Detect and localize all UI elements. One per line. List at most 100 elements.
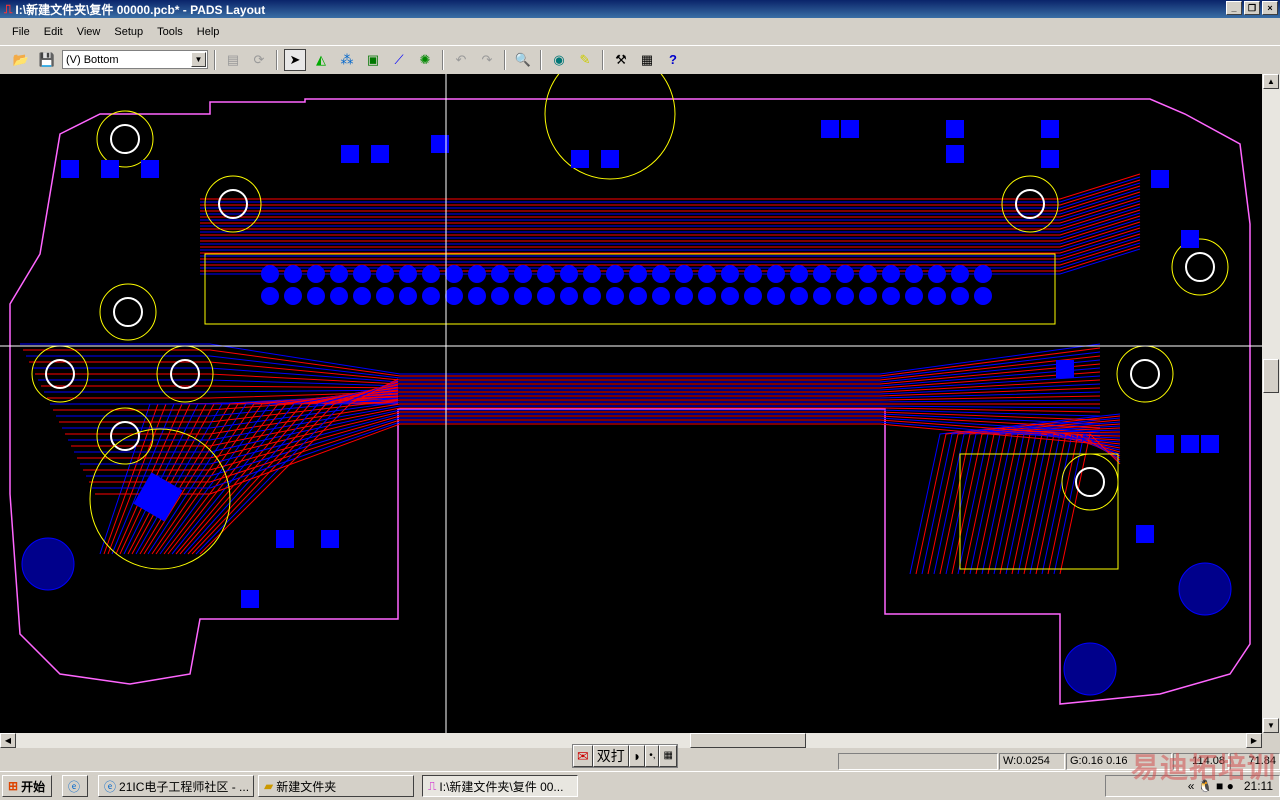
save-icon[interactable]: 💾 xyxy=(36,49,58,71)
properties-icon[interactable]: ▤ xyxy=(222,49,244,71)
smd-pad xyxy=(946,120,964,138)
connector-pad xyxy=(537,287,555,305)
horizontal-scroll-thumb[interactable] xyxy=(690,733,806,748)
connector-pad xyxy=(744,287,762,305)
help-icon[interactable]: ? xyxy=(662,49,684,71)
quicklaunch-ie[interactable]: ⓔ xyxy=(62,775,88,797)
connector-pad xyxy=(767,287,785,305)
smd-pad xyxy=(1156,435,1174,453)
menu-help[interactable]: Help xyxy=(197,26,220,38)
pcb-canvas[interactable] xyxy=(0,74,1262,733)
connector-pad xyxy=(422,265,440,283)
start-label: 开始 xyxy=(21,779,46,794)
task-folder[interactable]: ▰ 新建文件夹 xyxy=(258,775,414,797)
connector-pad xyxy=(307,265,325,283)
task-label: I:\新建文件夹\复件 00... xyxy=(439,779,564,794)
paint-icon[interactable]: ✎ xyxy=(574,49,596,71)
connector-pad xyxy=(330,265,348,283)
redraw-icon[interactable]: ⟳ xyxy=(248,49,270,71)
bga-icon[interactable]: ✺ xyxy=(414,49,436,71)
layer-select[interactable]: (V) Bottom ▼ xyxy=(62,50,208,69)
chevron-down-icon[interactable]: ▼ xyxy=(191,52,206,67)
half-width-icon[interactable]: ◗ xyxy=(628,745,646,767)
separator xyxy=(276,49,278,70)
menu-setup[interactable]: Setup xyxy=(114,26,143,38)
menu-view[interactable]: View xyxy=(77,26,101,38)
connector-pad xyxy=(905,265,923,283)
restore-button[interactable]: ❐ xyxy=(1244,1,1260,15)
status-message xyxy=(838,753,998,770)
connector-pad xyxy=(951,287,969,305)
connector-pad xyxy=(652,287,670,305)
tray-icons[interactable]: « 🐧 ■ ● xyxy=(1188,779,1234,793)
connector-pad xyxy=(445,287,463,305)
smd-pad xyxy=(101,160,119,178)
task-pads[interactable]: ⎍ I:\新建文件夹\复件 00... xyxy=(422,775,578,797)
open-icon[interactable]: 📂 xyxy=(10,49,32,71)
plated-hole xyxy=(21,537,75,591)
smd-pad xyxy=(1181,230,1199,248)
task-browser[interactable]: ⓔ 21IC电子工程师社区 - ... xyxy=(98,775,254,797)
ime-mode[interactable]: 双打 xyxy=(592,745,629,767)
minimize-button[interactable]: _ xyxy=(1226,1,1242,15)
ie-icon: ⓔ xyxy=(104,779,117,794)
window-icon[interactable]: ▦ xyxy=(636,49,658,71)
connector-pad xyxy=(675,287,693,305)
connector-pad xyxy=(514,287,532,305)
smd-pad xyxy=(1041,150,1059,168)
select-icon[interactable]: ➤ xyxy=(284,48,306,71)
connector-pad xyxy=(261,287,279,305)
close-button[interactable]: × xyxy=(1262,1,1278,15)
layer-select-value: (V) Bottom xyxy=(66,53,119,66)
connector-pad xyxy=(422,287,440,305)
connector-pad xyxy=(261,265,279,283)
connector-pad xyxy=(330,287,348,305)
connector-pad xyxy=(882,287,900,305)
undo-icon[interactable]: ↶ xyxy=(450,49,472,71)
connector-pad xyxy=(583,287,601,305)
connector-pad xyxy=(399,287,417,305)
smd-pad xyxy=(821,120,839,138)
design-icon[interactable]: ⁂ xyxy=(336,49,358,71)
scroll-down-button[interactable]: ▼ xyxy=(1263,718,1279,733)
scroll-left-button[interactable]: ◀ xyxy=(0,733,16,748)
scroll-up-button[interactable]: ▲ xyxy=(1263,74,1279,89)
status-grid: G:0.16 0.16 xyxy=(1066,753,1172,770)
start-button[interactable]: ⊞ 开始 xyxy=(2,775,52,797)
connector-pad xyxy=(698,287,716,305)
smd-pad xyxy=(276,530,294,548)
pcb-drawing xyxy=(0,74,1262,733)
smd-pad xyxy=(1041,120,1059,138)
ecm-icon[interactable]: ▣ xyxy=(362,49,384,71)
menu-file[interactable]: File xyxy=(12,26,30,38)
smd-pad xyxy=(1201,435,1219,453)
vertical-scroll-thumb[interactable] xyxy=(1263,359,1279,393)
connector-pad xyxy=(399,265,417,283)
smd-pad xyxy=(601,150,619,168)
keyboard-icon[interactable]: ▦ xyxy=(659,745,677,767)
ime-logo-icon[interactable]: ✉ xyxy=(573,745,593,767)
system-tray: « 🐧 ■ ● 21:11 xyxy=(1105,775,1280,797)
edit-icon[interactable]: ⚒ xyxy=(610,49,632,71)
vertical-scrollbar[interactable]: ▲ ▼ xyxy=(1262,74,1280,733)
menu-edit[interactable]: Edit xyxy=(44,26,63,38)
connector-pad xyxy=(583,265,601,283)
redo-icon[interactable]: ↷ xyxy=(476,49,498,71)
task-label: 21IC电子工程师社区 - ... xyxy=(119,779,250,794)
connector-pad xyxy=(675,265,693,283)
status-x: 114.08 xyxy=(1173,753,1229,770)
scroll-right-button[interactable]: ▶ xyxy=(1246,733,1262,748)
zoom-icon[interactable]: 🔍 xyxy=(512,49,534,71)
connector-pad xyxy=(376,265,394,283)
smd-pad xyxy=(1136,525,1154,543)
connector-pad xyxy=(905,287,923,305)
connector-pad xyxy=(606,265,624,283)
view-icon[interactable]: ◉ xyxy=(548,49,570,71)
connector-pad xyxy=(767,265,785,283)
drafting-icon[interactable]: ◭ xyxy=(310,49,332,71)
window-title: I:\新建文件夹\复件 00000.pcb* - PADS Layout xyxy=(15,2,266,17)
punctuation-icon[interactable]: •, xyxy=(645,745,660,767)
menu-tools[interactable]: Tools xyxy=(157,26,183,38)
connector-pad xyxy=(836,287,854,305)
route-icon[interactable]: ⟋ xyxy=(388,49,410,71)
